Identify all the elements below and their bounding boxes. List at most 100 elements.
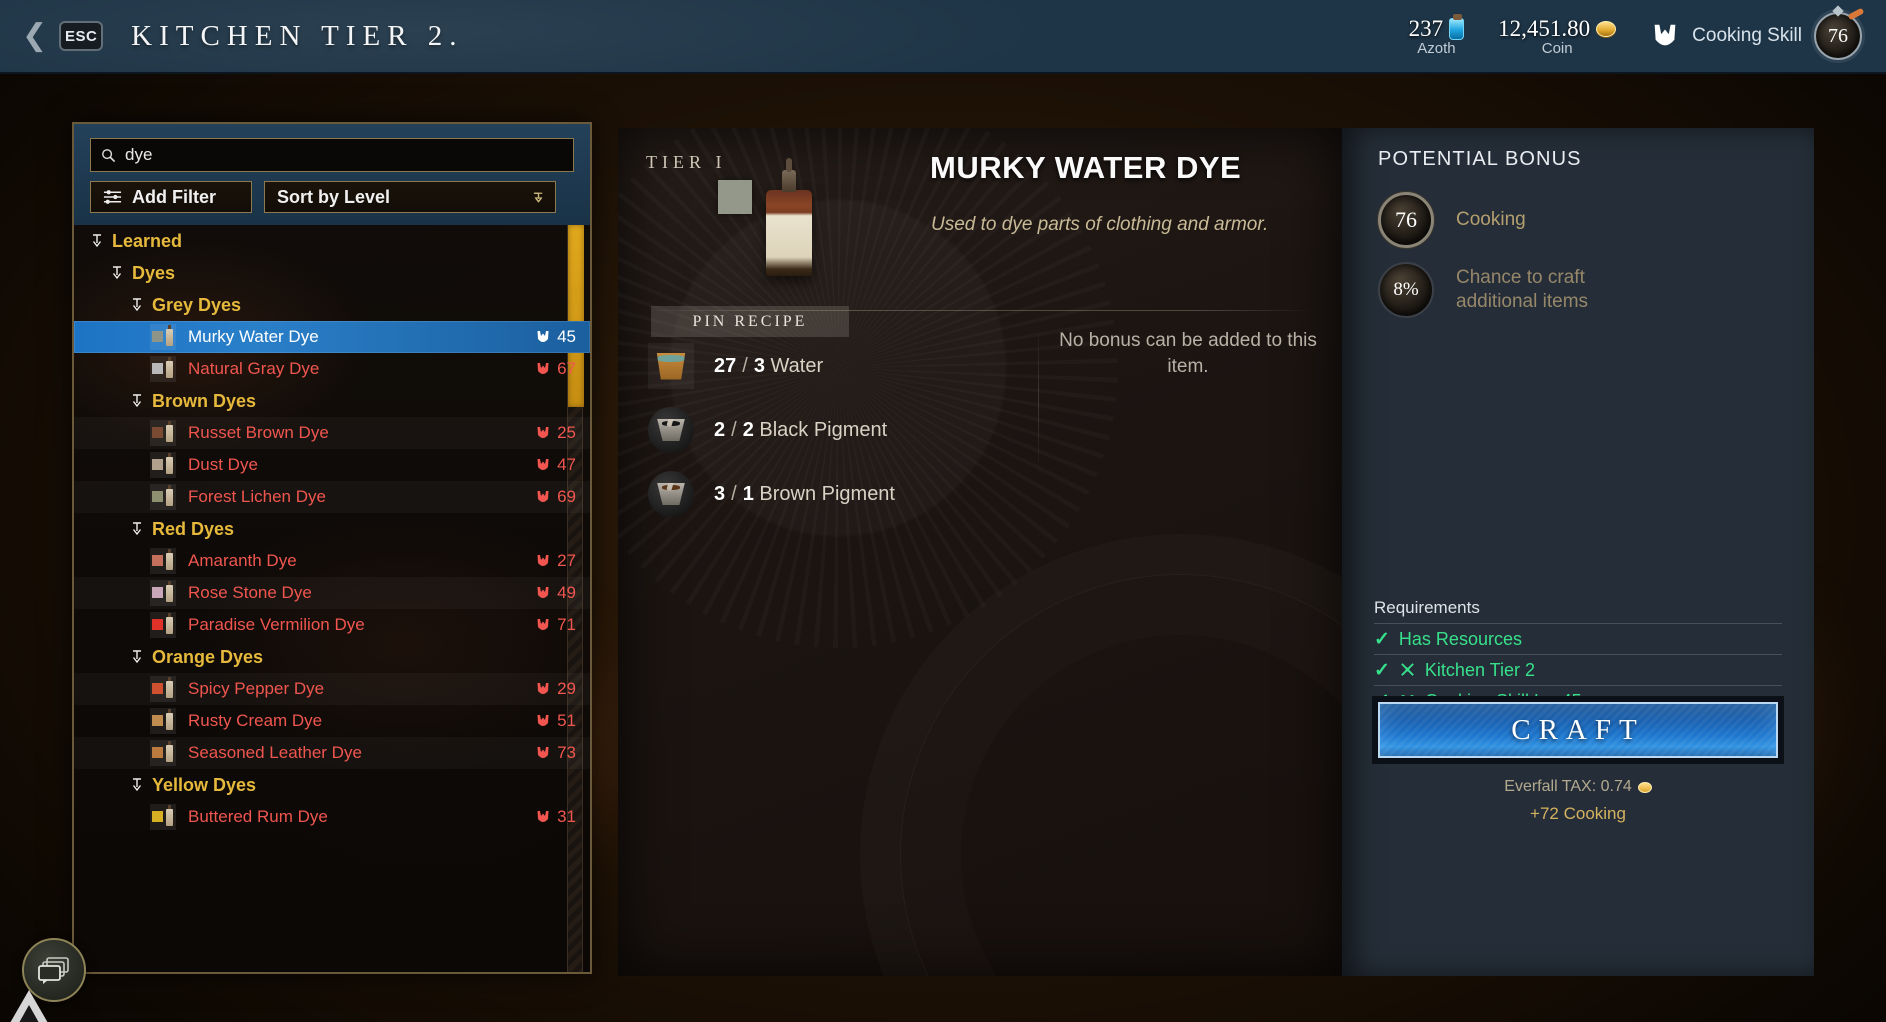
recipe-item-level-value: 29 xyxy=(557,679,576,698)
requirement-label: Kitchen Tier 2 xyxy=(1424,659,1535,680)
recipe-list-item[interactable]: Russet Brown Dye 25 xyxy=(74,417,590,449)
dye-swatch xyxy=(152,427,163,438)
tree-group-yellow-dyes[interactable]: Yellow Dyes xyxy=(74,769,590,801)
esc-key-button[interactable]: ESC xyxy=(59,21,104,51)
search-input[interactable]: dye xyxy=(90,138,574,172)
check-icon: ✓ xyxy=(1374,659,1390,681)
ingredient-name: Water xyxy=(770,354,824,377)
tree-group-orange-dyes[interactable]: Orange Dyes xyxy=(74,641,590,673)
chat-button[interactable] xyxy=(22,938,86,1002)
recipe-item-name: Spicy Pepper Dye xyxy=(188,679,325,698)
tree-group-brown-dyes[interactable]: Brown Dyes xyxy=(74,385,590,417)
collapse-arrow-icon xyxy=(132,298,142,312)
recipe-item-level-value: 73 xyxy=(557,743,576,762)
recipe-list-item[interactable]: Rose Stone Dye 49 xyxy=(74,577,590,609)
recipe-item-level: 45 xyxy=(535,327,576,347)
tree-group-grey-dyes[interactable]: Grey Dyes xyxy=(74,289,590,321)
recipe-description: Used to dye parts of clothing and armor. xyxy=(931,214,1269,235)
dye-bottle-icon xyxy=(166,613,173,634)
recipe-item-icon xyxy=(150,548,176,574)
coin-value: 12,451.80 xyxy=(1498,15,1591,41)
ingredient-separator: / xyxy=(731,418,737,441)
craft-button[interactable]: CRAFT xyxy=(1378,702,1778,758)
detail-divider xyxy=(646,310,1314,311)
cooking-skill-icon xyxy=(537,747,549,758)
tree-group-learned[interactable]: Learned xyxy=(74,225,590,257)
back-chevron-icon[interactable]: ❮ xyxy=(22,21,47,51)
recipe-item-level-value: 67 xyxy=(557,359,576,378)
cooking-skill-icon xyxy=(537,427,549,438)
recipe-item-icon xyxy=(150,452,176,478)
potential-bonus-title: POTENTIAL BONUS xyxy=(1378,148,1582,170)
dye-bottle-icon xyxy=(166,677,173,698)
requirement-item: ✓ Kitchen Tier 2 xyxy=(1374,655,1782,685)
top-bar: ❮ ESC KITCHEN TIER 2. 237 Azoth 12,451.8… xyxy=(0,0,1886,74)
cooking-skill-icon xyxy=(537,491,549,502)
recipe-list-item[interactable]: Murky Water Dye 45 xyxy=(74,321,590,353)
recipe-item-level-value: 71 xyxy=(557,615,576,634)
collapse-arrow-icon xyxy=(132,650,142,664)
dye-bottle-icon xyxy=(166,325,173,346)
sort-dropdown[interactable]: Sort by Level xyxy=(264,181,556,213)
top-bar-right: 237 Azoth 12,451.80 Coin Cooking Skill 7… xyxy=(1409,0,1886,72)
dye-bottle-icon xyxy=(166,485,173,506)
cooking-skill-label: Cooking Skill xyxy=(1692,25,1802,46)
recipe-item-name: Dust Dye xyxy=(188,455,258,474)
dye-swatch xyxy=(152,459,163,470)
recipe-item-icon xyxy=(150,804,176,830)
cooking-skill-icon xyxy=(537,587,549,598)
coin-icon xyxy=(1596,20,1617,37)
dye-swatch xyxy=(152,555,163,566)
dye-swatch xyxy=(152,715,163,726)
recipe-list-item[interactable]: Rusty Cream Dye 51 xyxy=(74,705,590,737)
ingredient-need: 1 xyxy=(742,482,754,505)
recipe-list-item[interactable]: Spicy Pepper Dye 29 xyxy=(74,673,590,705)
dye-bottle-icon xyxy=(166,453,173,474)
bonus-panel: POTENTIAL BONUS 76 Cooking 8% Chance to … xyxy=(1342,128,1814,976)
requirement-entry: ✓ Kitchen Tier 2 xyxy=(1374,655,1782,686)
mortar-shape xyxy=(657,483,685,505)
requirement-item: ✓ Has Resources xyxy=(1374,624,1782,654)
tree-group-label: Dyes xyxy=(132,262,176,283)
add-filter-button[interactable]: Add Filter xyxy=(90,181,252,213)
recipe-item-level: 67 xyxy=(535,359,576,379)
brown-pigment-icon xyxy=(648,471,694,517)
recipe-list-scroll-area[interactable]: Learned Dyes Grey Dyes Murky Water Dye 45 Nat… xyxy=(74,225,590,972)
recipe-item-level: 73 xyxy=(535,743,576,763)
cooking-skill-block[interactable]: Cooking Skill 76 xyxy=(1650,12,1862,60)
bonus-badge-cooking: 76 xyxy=(1378,192,1434,248)
tree-group-dyes[interactable]: Dyes xyxy=(74,257,590,289)
recipe-item-icon xyxy=(150,612,176,638)
recipe-item-icon xyxy=(150,356,176,382)
dye-swatch xyxy=(152,619,163,630)
dye-swatch xyxy=(152,747,163,758)
kitchen-icon xyxy=(1401,662,1414,676)
recipe-list-item[interactable]: Forest Lichen Dye 69 xyxy=(74,481,590,513)
recipe-list-item[interactable]: Paradise Vermilion Dye 71 xyxy=(74,609,590,641)
coin-currency: 12,451.80 Coin xyxy=(1498,15,1617,57)
bonus-badge-extra-items: 8% xyxy=(1378,262,1434,318)
search-value: dye xyxy=(125,145,153,164)
collapse-arrow-icon xyxy=(112,266,122,280)
recipe-list-item[interactable]: Dust Dye 47 xyxy=(74,449,590,481)
water-bucket-icon xyxy=(648,343,694,389)
recipe-item-level: 27 xyxy=(535,551,576,571)
recipe-list-item[interactable]: Buttered Rum Dye 31 xyxy=(74,801,590,833)
recipe-list-item[interactable]: Natural Gray Dye 67 xyxy=(74,353,590,385)
recipe-item-name: Russet Brown Dye xyxy=(188,423,329,442)
recipe-item-icon xyxy=(150,484,176,510)
dye-swatch xyxy=(152,587,163,598)
recipe-list-item[interactable]: Amaranth Dye 27 xyxy=(74,545,590,577)
recipe-item-level-value: 31 xyxy=(557,807,576,826)
tree-group-label: Brown Dyes xyxy=(152,390,257,411)
ingredient-row: 27/3 Water xyxy=(648,334,1008,398)
recipe-list-item[interactable]: Seasoned Leather Dye 73 xyxy=(74,737,590,769)
ingredient-text: 3/1 Brown Pigment xyxy=(714,483,895,506)
search-icon xyxy=(102,148,116,162)
tree-group-red-dyes[interactable]: Red Dyes xyxy=(74,513,590,545)
collapse-arrow-icon xyxy=(132,394,142,408)
dye-bottle-icon xyxy=(166,357,173,378)
bonus-entry-extra-items: 8% Chance to craft additional items xyxy=(1378,262,1636,318)
ingredient-row: 2/2 Black Pigment xyxy=(648,398,1008,462)
recipe-item-level: 49 xyxy=(535,583,576,603)
